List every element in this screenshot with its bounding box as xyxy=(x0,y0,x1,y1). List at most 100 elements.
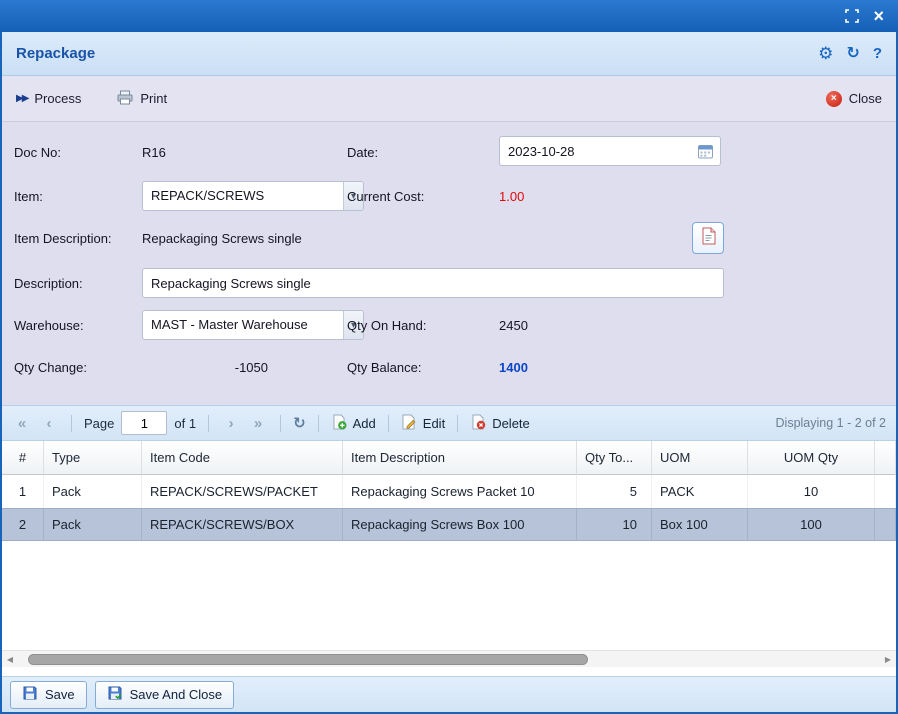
column-header-item-description[interactable]: Item Description xyxy=(343,441,577,475)
repackage-window: × Repackage ⚙ ↻ ? ▶▶ Process Print xyxy=(0,0,898,714)
page-prev-icon[interactable]: ‹ xyxy=(39,416,59,431)
header-tools: ⚙ ↻ ? xyxy=(818,45,882,62)
current-cost-label: Current Cost: xyxy=(347,182,424,212)
footer-toolbar: Save Save And Close xyxy=(2,676,896,712)
qty-balance-value: 1400 xyxy=(499,353,528,383)
toolbar-separator xyxy=(318,415,319,432)
delete-button[interactable]: Delete xyxy=(470,414,530,433)
item-combo-value: REPACK/SCREWS xyxy=(143,182,343,210)
page-next-icon[interactable]: › xyxy=(221,416,241,431)
grid-header-row: # Type Item Code Item Description Qty To… xyxy=(2,441,896,475)
maximize-icon[interactable] xyxy=(845,9,859,23)
repackage-form: Doc No: R16 Date: Item: REPACK/SCREWS ▾ xyxy=(2,122,896,405)
current-cost-value: 1.00 xyxy=(499,182,524,212)
cell-uom-qty: 10 xyxy=(748,475,875,508)
report-button[interactable] xyxy=(692,222,724,254)
scrollbar-thumb[interactable] xyxy=(28,654,588,665)
warehouse-label: Warehouse: xyxy=(14,311,84,341)
add-button[interactable]: Add xyxy=(331,414,376,433)
column-header-uom-qty[interactable]: UOM Qty xyxy=(748,441,875,475)
item-combo[interactable]: REPACK/SCREWS ▾ xyxy=(142,181,364,211)
description-label: Description: xyxy=(14,269,83,299)
scrollbar-track[interactable] xyxy=(18,651,880,667)
refresh-icon[interactable]: ↻ xyxy=(846,46,859,62)
toolbar-separator xyxy=(208,415,209,432)
qty-balance-label: Qty Balance: xyxy=(347,353,421,383)
add-label: Add xyxy=(353,416,376,431)
help-icon[interactable]: ? xyxy=(873,46,882,61)
grid-refresh-icon[interactable]: ↻ xyxy=(293,416,306,431)
process-icon: ▶▶ xyxy=(16,94,27,104)
item-label: Item: xyxy=(14,182,43,212)
qty-change-label: Qty Change: xyxy=(14,353,87,383)
printer-icon xyxy=(117,90,133,108)
main-toolbar: ▶▶ Process Print × Close xyxy=(2,76,896,122)
date-label: Date: xyxy=(347,138,378,168)
column-header-qty-to[interactable]: Qty To... xyxy=(577,441,652,475)
process-button[interactable]: ▶▶ Process xyxy=(16,91,81,106)
edit-button[interactable]: Edit xyxy=(401,414,445,433)
process-label: Process xyxy=(34,91,81,106)
warehouse-combo[interactable]: MAST - Master Warehouse ▾ xyxy=(142,310,364,340)
items-table: # Type Item Code Item Description Qty To… xyxy=(2,441,896,541)
cell-uom: Box 100 xyxy=(652,508,748,541)
toolbar-separator xyxy=(457,415,458,432)
qty-change-value: -1050 xyxy=(142,353,268,383)
panel-header: Repackage ⚙ ↻ ? xyxy=(2,32,896,76)
doc-no-value: R16 xyxy=(142,138,166,168)
toolbar-separator xyxy=(388,415,389,432)
column-header-num[interactable]: # xyxy=(2,441,44,475)
date-field[interactable] xyxy=(499,136,721,166)
scroll-left-icon[interactable]: ◀ xyxy=(2,655,18,664)
cell-filler xyxy=(875,508,896,541)
cell-type: Pack xyxy=(44,475,142,508)
calendar-icon[interactable] xyxy=(698,144,720,159)
document-icon xyxy=(701,227,716,250)
cell-qty-to: 5 xyxy=(577,475,652,508)
qty-on-hand-label: Qty On Hand: xyxy=(347,311,426,341)
print-button[interactable]: Print xyxy=(117,90,167,108)
column-header-item-code[interactable]: Item Code xyxy=(142,441,343,475)
add-icon xyxy=(331,414,347,433)
edit-icon xyxy=(401,414,417,433)
save-label: Save xyxy=(45,687,75,702)
gear-icon[interactable]: ⚙ xyxy=(818,45,833,62)
page-input[interactable] xyxy=(121,411,167,435)
delete-icon xyxy=(470,414,486,433)
save-and-close-button[interactable]: Save And Close xyxy=(95,681,235,709)
cell-num: 1 xyxy=(2,475,44,508)
close-button[interactable]: × Close xyxy=(826,91,882,107)
scroll-right-icon[interactable]: ▶ xyxy=(880,655,896,664)
horizontal-scrollbar[interactable]: ◀ ▶ xyxy=(2,650,896,667)
save-button[interactable]: Save xyxy=(10,681,87,709)
column-header-uom[interactable]: UOM xyxy=(652,441,748,475)
items-grid: # Type Item Code Item Description Qty To… xyxy=(2,441,896,676)
page-label: Page xyxy=(84,416,114,431)
page-last-icon[interactable]: » xyxy=(248,416,268,431)
grid-toolbar: « ‹ Page of 1 › » ↻ Add xyxy=(2,405,896,441)
description-input[interactable] xyxy=(142,268,724,298)
cell-item-code: REPACK/SCREWS/BOX xyxy=(142,508,343,541)
item-description-value: Repackaging Screws single xyxy=(142,224,302,254)
page-first-icon[interactable]: « xyxy=(12,416,32,431)
table-row[interactable]: 1 Pack REPACK/SCREWS/PACKET Repackaging … xyxy=(2,475,896,508)
print-label: Print xyxy=(140,91,167,106)
table-row[interactable]: 2 Pack REPACK/SCREWS/BOX Repackaging Scr… xyxy=(2,508,896,541)
close-circle-icon: × xyxy=(826,91,842,107)
cell-num: 2 xyxy=(2,508,44,541)
warehouse-combo-value: MAST - Master Warehouse xyxy=(143,311,343,339)
window-close-icon[interactable]: × xyxy=(873,7,884,25)
toolbar-separator xyxy=(71,415,72,432)
page-of-label: of 1 xyxy=(174,416,196,431)
cell-item-description: Repackaging Screws Packet 10 xyxy=(343,475,577,508)
cell-filler xyxy=(875,475,896,508)
toolbar-separator xyxy=(280,415,281,432)
cell-item-description: Repackaging Screws Box 100 xyxy=(343,508,577,541)
cell-item-code: REPACK/SCREWS/PACKET xyxy=(142,475,343,508)
displaying-status: Displaying 1 - 2 of 2 xyxy=(776,416,886,430)
window-titlebar: × xyxy=(0,0,898,32)
column-header-type[interactable]: Type xyxy=(44,441,142,475)
cell-uom-qty: 100 xyxy=(748,508,875,541)
date-input[interactable] xyxy=(500,144,698,159)
item-description-label: Item Description: xyxy=(14,224,112,254)
